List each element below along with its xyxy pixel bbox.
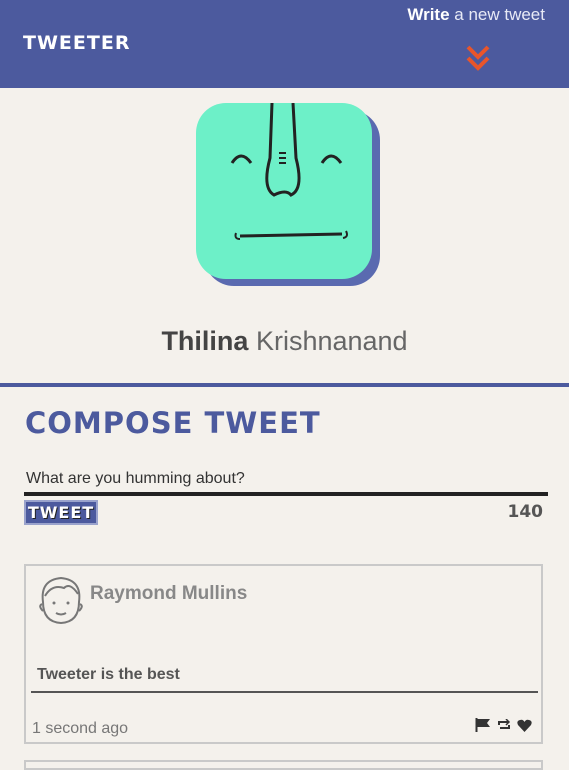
flag-icon[interactable] bbox=[475, 718, 491, 732]
write-new-tweet-link[interactable]: Write a new tweet bbox=[407, 5, 545, 25]
heart-icon[interactable] bbox=[517, 719, 532, 732]
section-divider bbox=[0, 383, 569, 387]
tweet-card: Raymond Mullins Tweeter is the best 1 se… bbox=[24, 564, 543, 744]
profile-name: Thilina Krishnanand bbox=[0, 326, 569, 357]
double-chevron-down-icon[interactable] bbox=[465, 44, 491, 74]
face-outline-icon bbox=[39, 576, 83, 625]
char-counter: 140 bbox=[507, 502, 544, 522]
tweet-actions bbox=[475, 717, 532, 733]
tweet-author: Raymond Mullins bbox=[90, 583, 248, 604]
brand-logo[interactable]: Tweeter bbox=[23, 32, 130, 54]
tweet-input[interactable] bbox=[24, 466, 548, 496]
retweet-icon[interactable] bbox=[497, 719, 511, 731]
tweet-card-next bbox=[24, 760, 543, 770]
tweet-button[interactable]: Tweet bbox=[24, 500, 98, 525]
compose-title: Compose Tweet bbox=[25, 406, 321, 440]
write-label-rest: a new tweet bbox=[449, 5, 545, 24]
tweet-divider bbox=[31, 691, 538, 693]
tweet-timestamp: 1 second ago bbox=[32, 720, 129, 737]
last-name: Krishnanand bbox=[248, 326, 408, 356]
top-nav: Tweeter Write a new tweet bbox=[0, 0, 569, 88]
write-label-bold: Write bbox=[407, 5, 450, 24]
first-name: Thilina bbox=[161, 326, 249, 356]
tweet-text: Tweeter is the best bbox=[37, 666, 180, 683]
profile-avatar bbox=[196, 103, 380, 286]
